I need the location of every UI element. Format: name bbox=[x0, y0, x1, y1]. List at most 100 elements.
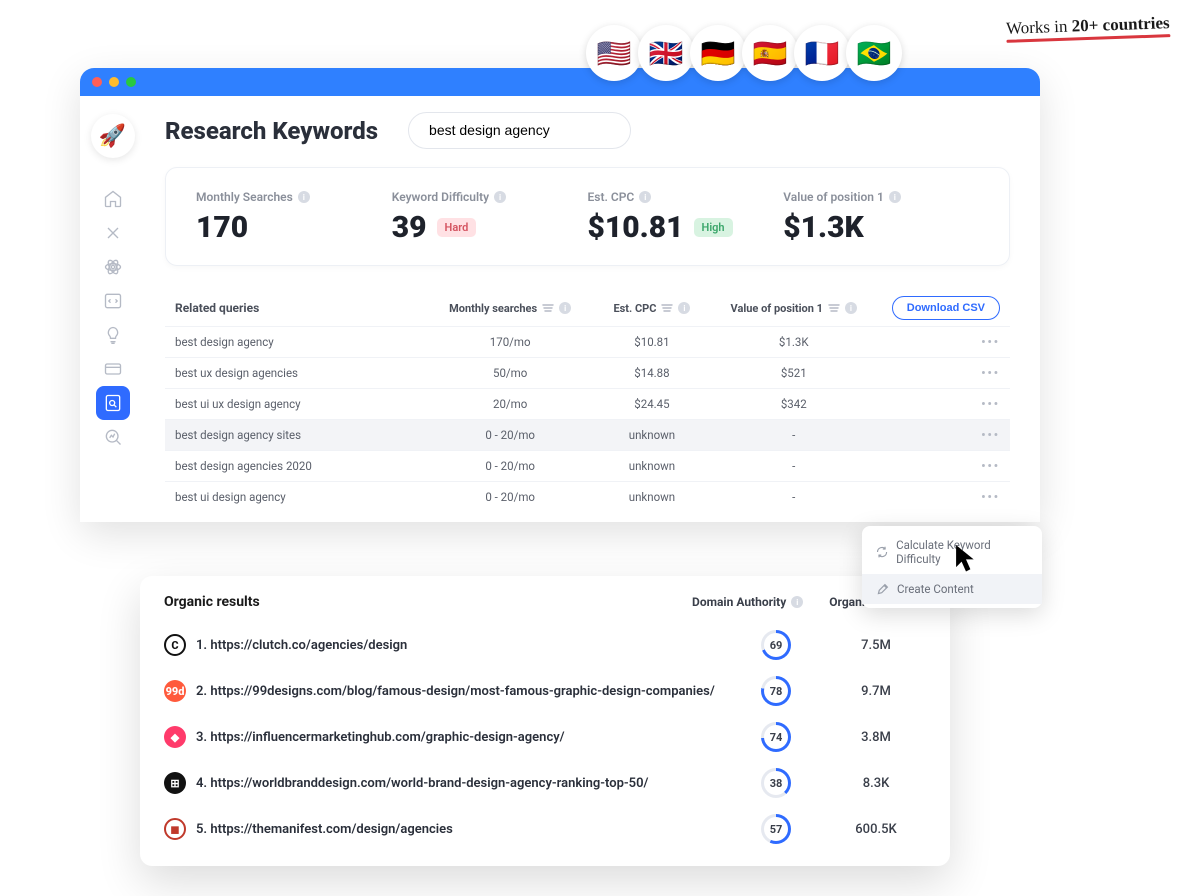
tagline-prefix: Works in bbox=[1006, 17, 1072, 38]
sidebar-item-tools[interactable] bbox=[96, 216, 130, 250]
result-url: 1. https://clutch.co/agencies/design bbox=[196, 638, 726, 653]
related-title: Related queries bbox=[175, 301, 259, 315]
tagline: Works in 20+ countries bbox=[1006, 13, 1170, 39]
app-logo[interactable]: 🚀 bbox=[91, 114, 135, 158]
country-flag: 🇧🇷 bbox=[846, 25, 902, 81]
info-icon[interactable]: i bbox=[559, 302, 571, 314]
query-cpc: $24.45 bbox=[588, 397, 717, 411]
query-value: $1.3K bbox=[716, 335, 871, 349]
organic-result-row[interactable]: C1. https://clutch.co/agencies/design697… bbox=[164, 622, 926, 668]
result-url: 4. https://worldbranddesign.com/world-br… bbox=[196, 776, 726, 791]
cursor-icon bbox=[955, 544, 977, 572]
row-actions-button[interactable]: ••• bbox=[871, 490, 1000, 504]
pen-icon bbox=[876, 583, 889, 596]
sidebar-item-atom[interactable] bbox=[96, 250, 130, 284]
metrics-card: Monthly Searches i 170 Keyword Difficult… bbox=[165, 167, 1010, 266]
cpc-badge: High bbox=[694, 218, 733, 237]
organic-results-card: Organic results Domain Authority i Organ… bbox=[140, 576, 950, 866]
query-monthly: 0 - 20/mo bbox=[433, 490, 588, 504]
sidebar-item-home[interactable] bbox=[96, 182, 130, 216]
row-context-menu: Calculate Keyword Difficulty Create Cont… bbox=[862, 526, 1042, 608]
query-monthly: 20/mo bbox=[433, 397, 588, 411]
info-icon[interactable]: i bbox=[494, 191, 506, 203]
metric-label: Est. CPC bbox=[588, 190, 635, 204]
metric-cpc: Est. CPC i $10.81 High bbox=[588, 190, 784, 245]
atom-icon bbox=[103, 257, 123, 277]
organic-result-row[interactable]: 99d2. https://99designs.com/blog/famous-… bbox=[164, 668, 926, 714]
row-actions-button[interactable]: ••• bbox=[871, 397, 1000, 411]
menu-create-content[interactable]: Create Content bbox=[862, 574, 1042, 604]
organic-result-row[interactable]: ⊞4. https://worldbranddesign.com/world-b… bbox=[164, 760, 926, 806]
window-close-dot[interactable] bbox=[92, 77, 102, 87]
organic-traffic-value: 600.5K bbox=[826, 822, 926, 837]
analytics-icon bbox=[103, 427, 123, 447]
result-url: 5. https://themanifest.com/design/agenci… bbox=[196, 822, 726, 837]
sidebar-item-code[interactable] bbox=[96, 284, 130, 318]
bulb-icon bbox=[103, 325, 123, 345]
query-value: - bbox=[716, 490, 871, 504]
related-query-row[interactable]: best design agency sites0 - 20/mounknown… bbox=[165, 419, 1010, 450]
menu-label: Create Content bbox=[897, 582, 974, 596]
query-value: - bbox=[716, 459, 871, 473]
col-cpc: Est. CPC bbox=[613, 302, 656, 315]
home-icon bbox=[103, 189, 123, 209]
query-text: best ui ux design agency bbox=[175, 397, 433, 411]
query-monthly: 0 - 20/mo bbox=[433, 459, 588, 473]
app-window: 🚀 Research Keywords Monthly Searches i 1… bbox=[80, 68, 1040, 522]
window-maximize-dot[interactable] bbox=[126, 77, 136, 87]
info-icon[interactable]: i bbox=[889, 191, 901, 203]
sort-icon[interactable] bbox=[828, 303, 840, 313]
metric-value: $1.3K bbox=[783, 210, 979, 245]
main-pane: Research Keywords Monthly Searches i 170… bbox=[145, 96, 1040, 522]
sort-icon[interactable] bbox=[661, 303, 673, 313]
row-actions-button[interactable]: ••• bbox=[871, 366, 1000, 380]
query-cpc: $14.88 bbox=[588, 366, 717, 380]
organic-result-row[interactable]: ◆ 3. https://influencermarketinghub.com/g… bbox=[164, 714, 926, 760]
tagline-bold: 20+ countries bbox=[1072, 13, 1171, 35]
query-monthly: 170/mo bbox=[433, 335, 588, 349]
query-text: best ux design agencies bbox=[175, 366, 433, 380]
info-icon[interactable]: i bbox=[791, 596, 803, 608]
download-csv-button[interactable]: Download CSV bbox=[892, 296, 1000, 320]
info-icon[interactable]: i bbox=[298, 191, 310, 203]
col-monthly: Monthly searches bbox=[449, 302, 537, 315]
sidebar-item-card[interactable] bbox=[96, 352, 130, 386]
code-icon bbox=[103, 291, 123, 311]
related-query-row[interactable]: best ui design agency0 - 20/mounknown-••… bbox=[165, 481, 1010, 512]
info-icon[interactable]: i bbox=[639, 191, 651, 203]
related-query-row[interactable]: best design agency170/mo$10.81$1.3K••• bbox=[165, 326, 1010, 357]
favicon-icon: ◆ bbox=[164, 726, 186, 748]
card-icon bbox=[103, 359, 123, 379]
country-flag: 🇫🇷 bbox=[794, 25, 850, 81]
country-flag: 🇩🇪 bbox=[690, 25, 746, 81]
organic-traffic-value: 9.7M bbox=[826, 684, 926, 699]
metric-value: 39 bbox=[392, 210, 427, 245]
research-icon bbox=[103, 393, 123, 413]
sidebar-item-analytics[interactable] bbox=[96, 420, 130, 454]
related-query-row[interactable]: best design agencies 20200 - 20/mounknow… bbox=[165, 450, 1010, 481]
sidebar-item-bulb[interactable] bbox=[96, 318, 130, 352]
metric-monthly-searches: Monthly Searches i 170 bbox=[196, 190, 392, 245]
query-cpc: $10.81 bbox=[588, 335, 717, 349]
domain-authority-ring: 78 bbox=[761, 676, 791, 706]
row-actions-button[interactable]: ••• bbox=[871, 335, 1000, 349]
result-url: 3. https://influencermarketinghub.com/gr… bbox=[196, 730, 726, 745]
related-queries-header: Related queries Monthly searches i Est. … bbox=[165, 290, 1010, 326]
window-minimize-dot[interactable] bbox=[109, 77, 119, 87]
keyword-search-input[interactable] bbox=[408, 112, 631, 149]
row-actions-button[interactable]: ••• bbox=[871, 459, 1000, 473]
row-actions-button[interactable]: ••• bbox=[871, 428, 1000, 442]
info-icon[interactable]: i bbox=[845, 302, 857, 314]
organic-result-row[interactable]: ◼5. https://themanifest.com/design/agenc… bbox=[164, 806, 926, 852]
country-flag: 🇬🇧 bbox=[638, 25, 694, 81]
query-monthly: 0 - 20/mo bbox=[433, 428, 588, 442]
info-icon[interactable]: i bbox=[678, 302, 690, 314]
related-query-row[interactable]: best ui ux design agency20/mo$24.45$342•… bbox=[165, 388, 1010, 419]
country-flag: 🇪🇸 bbox=[742, 25, 798, 81]
keyword-search-field[interactable] bbox=[429, 122, 610, 138]
sort-icon[interactable] bbox=[542, 303, 554, 313]
menu-calculate-difficulty[interactable]: Calculate Keyword Difficulty bbox=[862, 530, 1042, 574]
sidebar-item-research[interactable] bbox=[96, 386, 130, 420]
window-titlebar bbox=[80, 68, 1040, 96]
related-query-row[interactable]: best ux design agencies50/mo$14.88$521••… bbox=[165, 357, 1010, 388]
